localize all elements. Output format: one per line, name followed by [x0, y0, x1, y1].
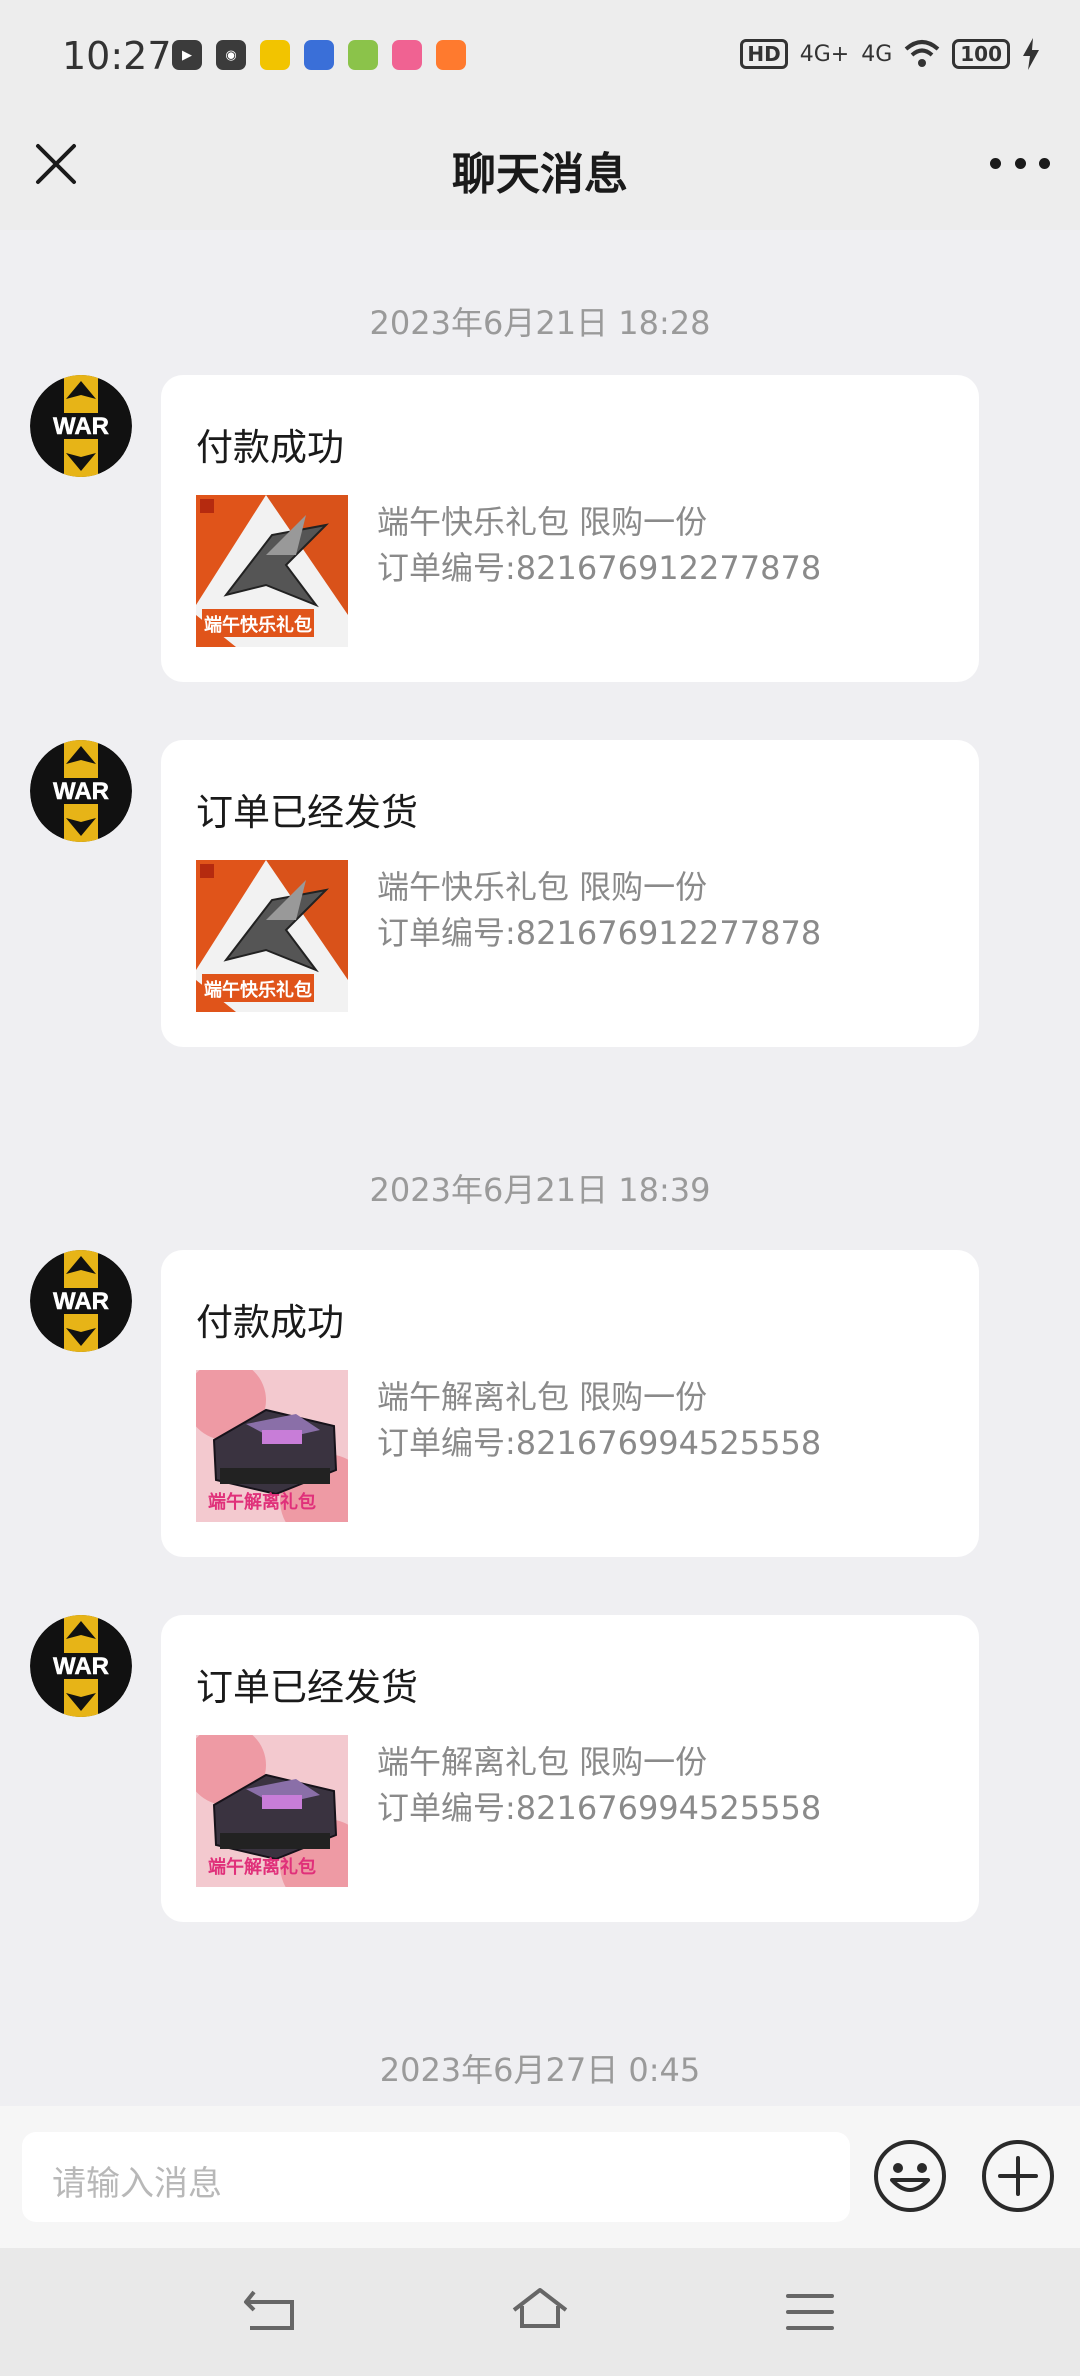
app-blue-icon	[304, 40, 334, 70]
signal-4g-plus-icon: 4G+	[799, 41, 850, 67]
sender-avatar[interactable]: WAR	[30, 740, 132, 842]
product-name: 端午快乐礼包 限购一份	[377, 868, 708, 906]
back-icon[interactable]	[240, 2284, 300, 2340]
product-name: 端午解离礼包 限购一份	[377, 1378, 708, 1416]
message-timestamp: 2023年6月27日 0:45	[379, 2051, 701, 2089]
order-message-card[interactable]: 付款成功 端午解离礼包 端午解离礼包 限购一份 订单编号:82167699452…	[161, 1250, 979, 1557]
video-icon: ◉	[216, 40, 246, 70]
hd-icon: HD	[740, 39, 788, 69]
home-icon[interactable]	[510, 2284, 570, 2340]
add-icon[interactable]	[980, 2138, 1056, 2214]
svg-text:WAR: WAR	[53, 1653, 109, 1680]
thumb-caption: 端午解离礼包	[208, 1492, 316, 1513]
thumb-caption: 端午快乐礼包	[204, 615, 312, 636]
order-message-card[interactable]: 订单已经发货 端午快乐礼包 端午快乐礼包 限购一份 订单编号:821676912…	[161, 740, 979, 1047]
battery-icon: 100	[952, 39, 1010, 69]
order-number: 订单编号:821676994525558	[377, 1789, 822, 1827]
order-number: 订单编号:821676912277878	[377, 914, 822, 952]
wifi-icon	[904, 40, 940, 67]
order-message-card[interactable]: 订单已经发货 端午解离礼包 端午解离礼包 限购一份 订单编号:821676994…	[161, 1615, 979, 1922]
app-pink-icon	[392, 40, 422, 70]
product-thumbnail: 端午快乐礼包	[196, 860, 348, 1012]
svg-text:WAR: WAR	[53, 778, 109, 805]
sender-avatar[interactable]: WAR	[30, 1615, 132, 1717]
message-timestamp: 2023年6月21日 18:28	[369, 304, 711, 342]
message-title: 订单已经发货	[196, 791, 418, 834]
app-orange-icon	[436, 40, 466, 70]
play-icon: ▶	[172, 40, 202, 70]
order-message-card[interactable]: 付款成功 端午快乐礼包 端午快乐礼包 限购一份 订单编号:82167691227…	[161, 375, 979, 682]
charging-icon	[1023, 38, 1039, 70]
sender-avatar[interactable]: WAR	[30, 1250, 132, 1352]
order-number: 订单编号:821676994525558	[377, 1424, 822, 1462]
sender-avatar[interactable]: WAR	[30, 375, 132, 477]
product-name: 端午解离礼包 限购一份	[377, 1743, 708, 1781]
app-green-icon	[348, 40, 378, 70]
emoji-icon[interactable]	[872, 2138, 948, 2214]
message-timestamp: 2023年6月21日 18:39	[369, 1171, 711, 1209]
message-title: 付款成功	[196, 1301, 344, 1344]
product-name: 端午快乐礼包 限购一份	[377, 503, 708, 541]
svg-text:WAR: WAR	[53, 413, 109, 440]
status-bar: 10:27 ▶ ◉ HD 4G+ 4G 100	[0, 0, 1080, 112]
system-nav-bar	[0, 2248, 1080, 2376]
chat-list[interactable]: 2023年6月21日 18:28 WAR 付款成功 端午快乐礼包 端午快乐礼包 …	[0, 230, 1080, 2106]
menu-icon[interactable]	[780, 2284, 840, 2340]
thumb-caption: 端午快乐礼包	[204, 980, 312, 1001]
input-bar: 请输入消息	[0, 2106, 1080, 2248]
message-title: 订单已经发货	[196, 1666, 418, 1709]
status-indicators: HD 4G+ 4G 100	[740, 38, 1040, 70]
status-time: 10:27	[62, 34, 172, 78]
svg-text:WAR: WAR	[53, 1288, 109, 1315]
product-thumbnail: 端午解离礼包	[196, 1370, 348, 1522]
message-input-placeholder: 请输入消息	[52, 2164, 222, 2204]
message-title: 付款成功	[196, 426, 344, 469]
order-number: 订单编号:821676912277878	[377, 549, 822, 587]
signal-4g-icon: 4G	[861, 41, 893, 67]
product-thumbnail: 端午解离礼包	[196, 1735, 348, 1887]
thumb-caption: 端午解离礼包	[208, 1857, 316, 1878]
message-input[interactable]: 请输入消息	[22, 2132, 850, 2222]
nav-bar: 聊天消息	[0, 112, 1080, 230]
status-app-icons: ▶ ◉	[172, 40, 466, 70]
app-yellow-icon	[260, 40, 290, 70]
page-title: 聊天消息	[452, 149, 628, 200]
more-icon[interactable]	[990, 148, 1050, 178]
product-thumbnail: 端午快乐礼包	[196, 495, 348, 647]
